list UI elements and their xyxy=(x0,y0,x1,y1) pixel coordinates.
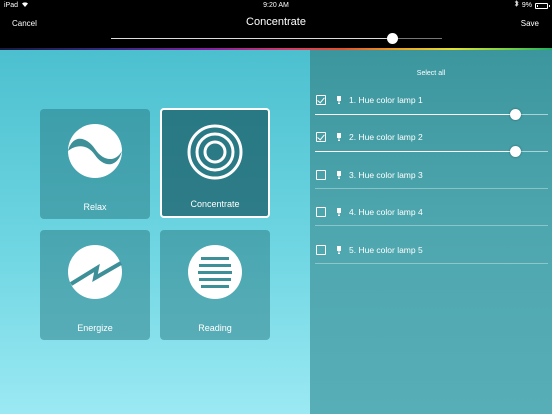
lamp-checkbox[interactable] xyxy=(316,132,326,142)
lamp-checkbox[interactable] xyxy=(316,207,326,217)
energize-icon xyxy=(67,244,123,300)
scene-label-energize: Energize xyxy=(77,323,113,333)
scene-tile-energize[interactable]: Energize xyxy=(40,230,150,340)
scene-label-concentrate: Concentrate xyxy=(190,199,240,209)
checkmark-icon xyxy=(317,132,325,141)
scenes-panel: Relax Concentrate Energize Reading xyxy=(0,50,310,414)
concentric-circles-icon xyxy=(187,124,243,180)
scene-label-relax: Relax xyxy=(83,202,107,212)
master-brightness-fill xyxy=(111,38,393,39)
row-divider xyxy=(315,188,548,189)
lamp-brightness-knob[interactable] xyxy=(510,109,522,120)
select-all-button[interactable]: Select all xyxy=(310,70,552,77)
master-brightness-slider[interactable] xyxy=(111,33,442,44)
bluetooth-icon xyxy=(514,0,519,11)
row-divider xyxy=(315,263,548,264)
lamp-name: 2. Hue color lamp 2 xyxy=(349,132,423,142)
lamp-brightness-slider[interactable] xyxy=(315,109,548,120)
battery-icon xyxy=(535,2,550,9)
lamp-bulb-icon xyxy=(336,208,342,217)
lamp-brightness-fill xyxy=(315,114,516,115)
save-button[interactable]: Save xyxy=(521,19,539,28)
scene-tile-relax[interactable]: Relax xyxy=(40,109,150,219)
lamp-bulb-icon xyxy=(336,171,342,180)
battery-percent: 9% xyxy=(521,2,532,9)
yin-yang-icon xyxy=(67,123,123,179)
lamp-name: 3. Hue color lamp 3 xyxy=(349,170,423,180)
status-time: 9:20 AM xyxy=(263,2,289,9)
horizontal-lines-icon xyxy=(187,244,243,300)
scene-tile-concentrate[interactable]: Concentrate xyxy=(160,108,270,218)
checkmark-icon xyxy=(317,95,325,104)
lamp-brightness-slider[interactable] xyxy=(315,146,548,157)
lamp-bulb-icon xyxy=(336,133,342,142)
lamps-panel: Select all 1. Hue color lamp 1 2. Hue co… xyxy=(310,50,552,414)
nav-bar: Cancel Concentrate Save xyxy=(0,11,552,50)
page-title: Concentrate xyxy=(246,16,306,28)
lamp-name: 1. Hue color lamp 1 xyxy=(349,95,423,105)
status-bar: iPad 9:20 AM 9% xyxy=(0,0,552,11)
master-brightness-knob[interactable] xyxy=(387,33,399,44)
lamp-name: 4. Hue color lamp 4 xyxy=(349,207,423,217)
lamp-checkbox[interactable] xyxy=(316,95,326,105)
scene-tile-reading[interactable]: Reading xyxy=(160,230,270,340)
lamp-checkbox[interactable] xyxy=(316,170,326,180)
row-divider xyxy=(315,225,548,226)
lamp-brightness-fill xyxy=(315,151,516,152)
lamp-brightness-knob[interactable] xyxy=(510,146,522,157)
lamp-name: 5. Hue color lamp 5 xyxy=(349,245,423,255)
lamp-checkbox[interactable] xyxy=(316,245,326,255)
lamp-bulb-icon xyxy=(336,96,342,105)
lamp-bulb-icon xyxy=(336,246,342,255)
scene-label-reading: Reading xyxy=(198,323,232,333)
